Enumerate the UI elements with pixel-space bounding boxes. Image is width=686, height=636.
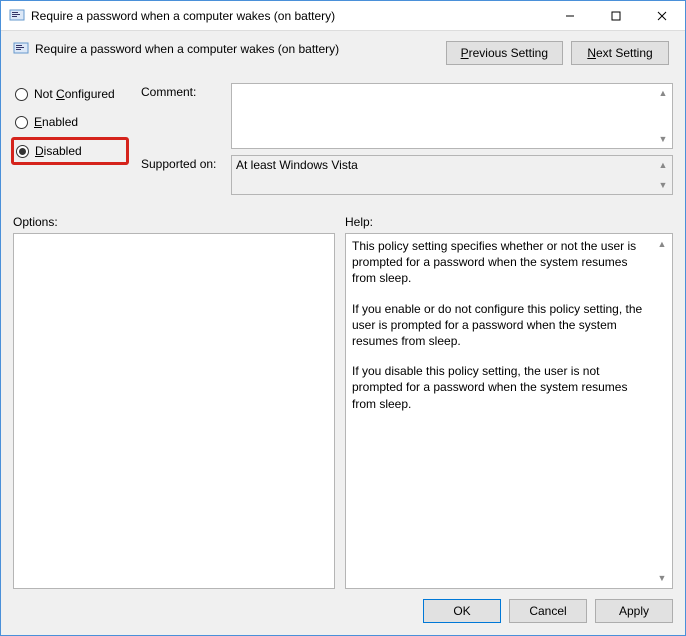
- options-label: Options:: [13, 215, 335, 229]
- policy-editor-window: Require a password when a computer wakes…: [0, 0, 686, 636]
- scroll-up-icon[interactable]: ▲: [655, 157, 671, 173]
- titlebar: Require a password when a computer wakes…: [1, 1, 685, 31]
- apply-button[interactable]: Apply: [595, 599, 673, 623]
- comment-field[interactable]: ▲ ▼: [231, 83, 673, 149]
- policy-title: Require a password when a computer wakes…: [35, 42, 339, 56]
- help-label: Help:: [345, 215, 373, 229]
- comment-label: Comment:: [141, 83, 225, 149]
- radio-icon: [15, 88, 28, 101]
- dialog-footer: OK Cancel Apply: [1, 589, 685, 635]
- scroll-down-icon[interactable]: ▼: [655, 177, 671, 193]
- scroll-down-icon[interactable]: ▼: [654, 570, 670, 586]
- ok-button[interactable]: OK: [423, 599, 501, 623]
- scroll-down-icon[interactable]: ▼: [655, 131, 671, 147]
- close-button[interactable]: [639, 1, 685, 30]
- help-panel: This policy setting specifies whether or…: [345, 233, 673, 589]
- supported-on-field: At least Windows Vista ▲ ▼: [231, 155, 673, 195]
- maximize-button[interactable]: [593, 1, 639, 30]
- cancel-button[interactable]: Cancel: [509, 599, 587, 623]
- next-setting-button[interactable]: Next Setting: [571, 41, 669, 65]
- scroll-up-icon[interactable]: ▲: [654, 236, 670, 252]
- supported-on-label: Supported on:: [141, 155, 225, 195]
- policy-icon: [13, 41, 29, 57]
- help-text: If you enable or do not configure this p…: [352, 301, 652, 350]
- options-panel: [13, 233, 335, 589]
- radio-disabled[interactable]: Disabled: [11, 137, 129, 165]
- radio-icon: [16, 145, 29, 158]
- help-text: This policy setting specifies whether or…: [352, 238, 652, 287]
- scroll-up-icon[interactable]: ▲: [655, 85, 671, 101]
- previous-setting-button[interactable]: Previous Setting: [446, 41, 563, 65]
- radio-icon: [15, 116, 28, 129]
- window-title: Require a password when a computer wakes…: [31, 9, 547, 23]
- help-text: If you disable this policy setting, the …: [352, 363, 652, 412]
- minimize-button[interactable]: [547, 1, 593, 30]
- radio-not-configured[interactable]: Not Configured: [13, 85, 131, 103]
- policy-icon: [9, 8, 25, 24]
- radio-enabled[interactable]: Enabled: [13, 113, 131, 131]
